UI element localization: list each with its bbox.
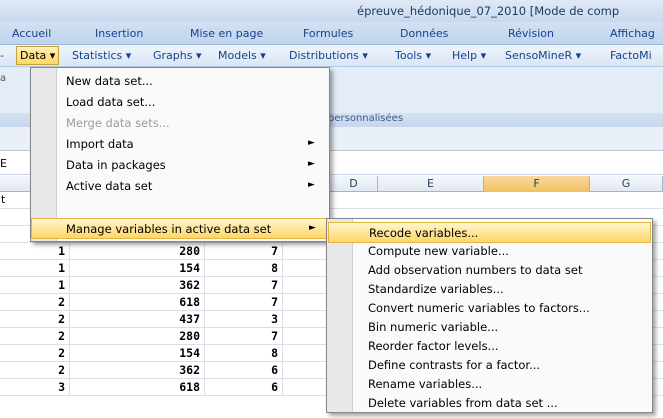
menu-distributions[interactable]: Distributions ▾ bbox=[289, 49, 368, 62]
menu-item-convert-to-factors[interactable]: Convert numeric variables to factors... bbox=[328, 298, 651, 319]
menu-item-import-data[interactable]: Import data ► bbox=[32, 134, 328, 155]
cell-a[interactable]: 1 bbox=[8, 277, 70, 294]
column-header-d[interactable]: D bbox=[330, 176, 378, 192]
ribbon-group-label: personnalisées bbox=[328, 113, 404, 124]
cell-c[interactable]: 7 bbox=[205, 243, 283, 260]
menu-graphs[interactable]: Graphs ▾ bbox=[153, 49, 202, 62]
cell-b[interactable]: 280 bbox=[70, 328, 205, 345]
menu-item-reorder-factor-levels[interactable]: Reorder factor levels... bbox=[328, 336, 651, 357]
cell-b[interactable]: 362 bbox=[70, 277, 205, 294]
menu-item-new-data-set[interactable]: New data set... bbox=[32, 71, 328, 92]
menu-item-label: Bin numeric variable... bbox=[368, 320, 499, 334]
menu-item-merge-data-sets: Merge data sets... bbox=[32, 113, 328, 134]
menu-item-standardize-variables[interactable]: Standardize variables... bbox=[328, 279, 651, 300]
row-marker: t bbox=[1, 193, 6, 206]
name-box-letter[interactable]: E bbox=[0, 157, 7, 170]
menu-statistics[interactable]: Statistics ▾ bbox=[72, 49, 131, 62]
column-header-g[interactable]: G bbox=[590, 176, 663, 192]
menu-item-data-in-packages[interactable]: Data in packages ► bbox=[32, 155, 328, 176]
menu-item-label: New data set... bbox=[66, 74, 153, 88]
window-title: épreuve_hédonique_07_2010 [Mode de comp bbox=[357, 4, 620, 18]
menu-help[interactable]: Help ▾ bbox=[452, 49, 486, 62]
menu-item-label: Rename variables... bbox=[368, 377, 483, 391]
menu-item-label: Import data bbox=[66, 137, 134, 151]
menu-tools[interactable]: Tools ▾ bbox=[395, 49, 431, 62]
cell-b[interactable]: 437 bbox=[70, 311, 205, 328]
menu-item-label: Load data set... bbox=[66, 95, 156, 109]
data-menu: New data set... Load data set... Merge d… bbox=[30, 67, 330, 242]
submenu-arrow-icon: ► bbox=[308, 180, 315, 190]
cell-b[interactable]: 618 bbox=[70, 379, 205, 396]
menu-item-label: Recode variables... bbox=[369, 226, 479, 240]
manage-variables-submenu: Recode variables... Compute new variable… bbox=[326, 218, 653, 413]
cell-b[interactable]: 280 bbox=[70, 243, 205, 260]
menu-item-label: Reorder factor levels... bbox=[368, 339, 499, 353]
menu-item-label: Define contrasts for a factor... bbox=[368, 358, 541, 372]
cell-a[interactable]: 1 bbox=[8, 243, 70, 260]
menu-item-label: Merge data sets... bbox=[66, 116, 170, 130]
menu-item-label: Add observation numbers to data set bbox=[368, 263, 583, 277]
cell-a[interactable]: 2 bbox=[8, 362, 70, 379]
cell-c[interactable]: 7 bbox=[205, 277, 283, 294]
cell-b[interactable]: 618 bbox=[70, 294, 205, 311]
menu-factominer[interactable]: FactoMi bbox=[610, 49, 652, 62]
tab-mise-en-page[interactable]: Mise en page bbox=[190, 27, 263, 40]
cell-a[interactable]: 1 bbox=[8, 260, 70, 277]
tab-accueil[interactable]: Accueil bbox=[12, 27, 51, 40]
cell-c[interactable]: 8 bbox=[205, 260, 283, 277]
menu-item-bin-numeric-variable[interactable]: Bin numeric variable... bbox=[328, 317, 651, 338]
cell-c[interactable]: 6 bbox=[205, 379, 283, 396]
tab-affichage[interactable]: Affichag bbox=[610, 27, 655, 40]
rcmdr-menu-bar: - Data ▾ Statistics ▾ Graphs ▾ Models ▾ … bbox=[0, 45, 663, 67]
cell-b[interactable]: 154 bbox=[70, 260, 205, 277]
cell-c[interactable]: 3 bbox=[205, 311, 283, 328]
menu-item-label: Active data set bbox=[66, 179, 153, 193]
cell-c[interactable]: 6 bbox=[205, 362, 283, 379]
submenu-arrow-icon: ► bbox=[308, 138, 315, 148]
menu-item-compute-new-variable[interactable]: Compute new variable... bbox=[328, 241, 651, 262]
menu-item-label: Data in packages bbox=[66, 158, 166, 172]
cell-a[interactable]: 3 bbox=[8, 379, 70, 396]
left-edge-letter-top: a bbox=[0, 73, 7, 84]
cell-a[interactable]: 2 bbox=[8, 294, 70, 311]
menu-sensominer[interactable]: SensoMineR ▾ bbox=[505, 49, 581, 62]
menubar-prefix: - bbox=[0, 49, 4, 62]
menu-item-add-observation-numbers[interactable]: Add observation numbers to data set bbox=[328, 260, 651, 281]
cell-b[interactable]: 154 bbox=[70, 345, 205, 362]
menu-item-active-data-set[interactable]: Active data set ► bbox=[32, 176, 328, 197]
column-header-f[interactable]: F bbox=[484, 176, 590, 192]
column-header-e[interactable]: E bbox=[378, 176, 484, 192]
tab-insertion[interactable]: Insertion bbox=[95, 27, 143, 40]
menu-models[interactable]: Models ▾ bbox=[218, 49, 266, 62]
menu-item-recode-variables[interactable]: Recode variables... bbox=[328, 222, 651, 243]
cell-c[interactable]: 7 bbox=[205, 328, 283, 345]
submenu-arrow-icon: ► bbox=[309, 223, 316, 233]
tab-donnees[interactable]: Données bbox=[400, 27, 448, 40]
cell-b[interactable]: 362 bbox=[70, 362, 205, 379]
menu-item-load-data-set[interactable]: Load data set... bbox=[32, 92, 328, 113]
menu-item-label: Delete variables from data set ... bbox=[368, 396, 558, 410]
tab-revision[interactable]: Révision bbox=[508, 27, 554, 40]
ribbon-tabs: Accueil Insertion Mise en page Formules … bbox=[0, 22, 663, 45]
menu-item-manage-variables[interactable]: Manage variables in active data set ► bbox=[31, 218, 328, 239]
menu-item-label: Compute new variable... bbox=[368, 244, 509, 258]
tab-formules[interactable]: Formules bbox=[303, 27, 353, 40]
menu-item-delete-variables[interactable]: Delete variables from data set ... bbox=[328, 393, 651, 414]
cell-a[interactable]: 2 bbox=[8, 345, 70, 362]
menu-item-label: Convert numeric variables to factors... bbox=[368, 301, 590, 315]
menu-data[interactable]: Data ▾ bbox=[16, 46, 60, 65]
submenu-arrow-icon: ► bbox=[308, 159, 315, 169]
cell-c[interactable]: 8 bbox=[205, 345, 283, 362]
title-bar: épreuve_hédonique_07_2010 [Mode de comp bbox=[0, 0, 663, 22]
cell-c[interactable]: 7 bbox=[205, 294, 283, 311]
cell-a[interactable]: 2 bbox=[8, 328, 70, 345]
cell-a[interactable]: 2 bbox=[8, 311, 70, 328]
menu-item-rename-variables[interactable]: Rename variables... bbox=[328, 374, 651, 395]
menu-item-label: Standardize variables... bbox=[368, 282, 504, 296]
menu-item-label: Manage variables in active data set bbox=[66, 222, 272, 236]
menu-item-define-contrasts[interactable]: Define contrasts for a factor... bbox=[328, 355, 651, 376]
